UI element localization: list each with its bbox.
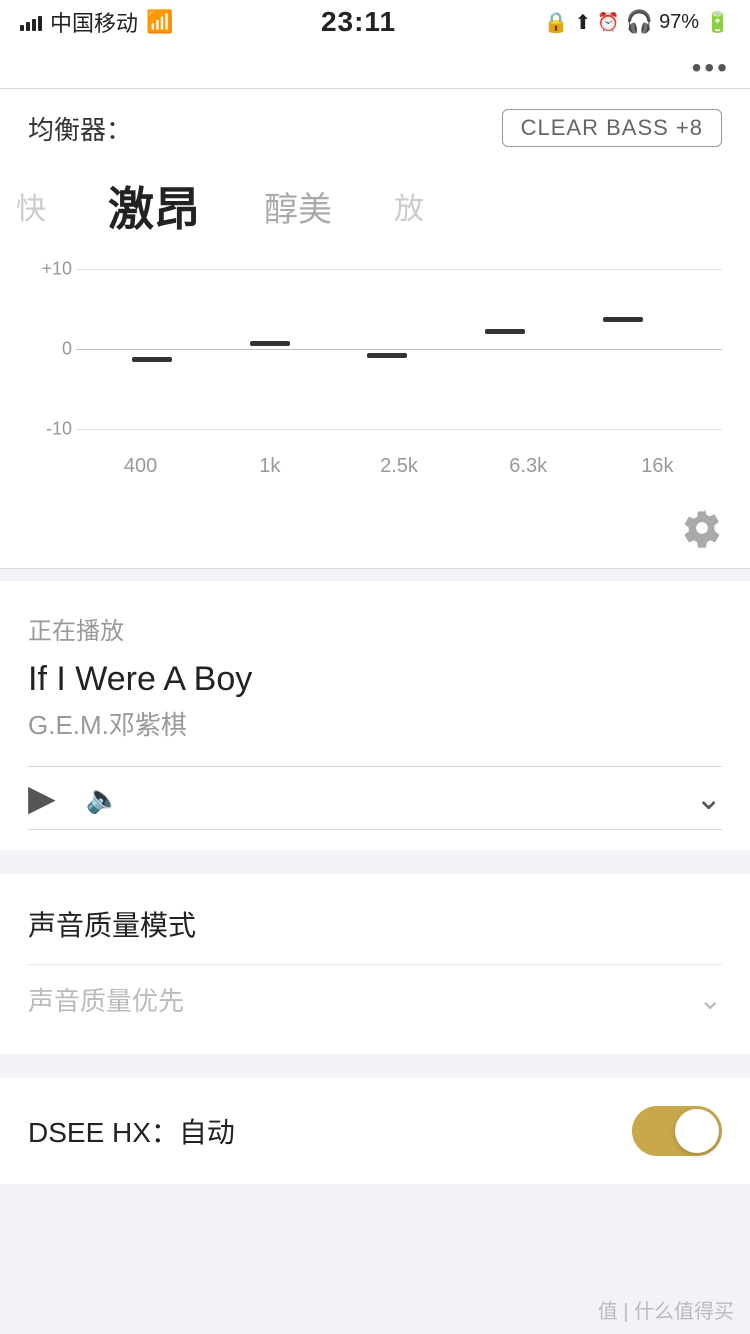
preset-item-激昂[interactable]: 激昂: [76, 173, 232, 239]
freq-label-400: 400: [76, 455, 205, 478]
more-menu-row: •••: [0, 44, 750, 88]
eq-chart-container: +10 0 -10 400 1k 2.5k 6.3k 16k: [0, 249, 750, 498]
eq-badge[interactable]: CLEAR BASS +8: [502, 109, 722, 147]
eq-bar-1k: [250, 341, 290, 346]
alarm-icon: ⏰: [597, 12, 619, 33]
battery-icon: 🔋: [705, 10, 730, 35]
section-gap-2: [0, 850, 750, 862]
toggle-knob: [675, 1109, 719, 1153]
eq-label-zero: 0: [28, 339, 72, 360]
sound-quality-title: 声音质量模式: [28, 904, 722, 944]
eq-label-minus10: -10: [28, 419, 72, 440]
preset-item-快[interactable]: 快: [0, 184, 76, 228]
status-bar: 中国移动 📶 23:11 🔒 ⬆ ⏰ 🎧 97% 🔋: [0, 0, 750, 44]
lock-icon: 🔒: [544, 10, 569, 35]
freq-label-2-5k: 2.5k: [334, 455, 463, 478]
track-name: If I Were A Boy: [28, 660, 722, 699]
signal-icon: [20, 13, 42, 31]
carrier-label: 中国移动: [50, 6, 138, 38]
eq-label-plus10: +10: [28, 259, 72, 280]
section-gap-3: [0, 1054, 750, 1066]
eq-freq-labels: 400 1k 2.5k 6.3k 16k: [28, 449, 722, 478]
eq-chart: +10 0 -10: [28, 249, 722, 449]
wifi-icon: 📶: [146, 9, 173, 35]
equalizer-header-section: 均衡器： CLEAR BASS +8: [0, 89, 750, 173]
eq-gridline-minus10: [76, 429, 722, 430]
preset-item-醇美[interactable]: 醇美: [232, 182, 364, 231]
controls-left: ▶ 🔈: [28, 777, 121, 819]
location-icon: ⬆: [574, 10, 591, 35]
eq-gridline-zero: [76, 349, 722, 350]
more-dots-icon[interactable]: •••: [692, 52, 730, 83]
status-right: 🔒 ⬆ ⏰ 🎧 97% 🔋: [544, 9, 730, 35]
freq-label-6-3k: 6.3k: [464, 455, 593, 478]
eq-bar-6-3k: [485, 329, 525, 334]
now-playing-title: 正在播放: [28, 611, 722, 646]
status-left: 中国移动 📶: [20, 6, 173, 38]
chevron-down-icon[interactable]: ⌄: [695, 779, 722, 817]
sound-quality-chevron-icon[interactable]: ⌄: [699, 983, 722, 1016]
play-button[interactable]: ▶: [28, 777, 56, 819]
eq-header: 均衡器： CLEAR BASS +8: [28, 109, 722, 147]
artist-name: G.E.M.邓紫棋: [28, 705, 722, 742]
volume-button[interactable]: 🔈: [86, 782, 121, 815]
eq-label: 均衡器：: [28, 110, 132, 147]
eq-bar-400: [132, 357, 172, 362]
headphone-icon: 🎧: [626, 9, 653, 35]
watermark: 值 | 什么值得买: [598, 1295, 734, 1324]
freq-label-16k: 16k: [593, 455, 722, 478]
eq-gridline-plus10: [76, 269, 722, 270]
settings-row: [0, 498, 750, 568]
gear-icon[interactable]: [682, 508, 722, 548]
freq-label-1k: 1k: [205, 455, 334, 478]
sound-quality-section: 声音质量模式 声音质量优先 ⌄: [0, 874, 750, 1054]
sound-quality-option-label: 声音质量优先: [28, 981, 184, 1018]
dsee-label: DSEE HX：自动: [28, 1111, 235, 1151]
battery-label: 97%: [659, 11, 699, 34]
now-playing-section: 正在播放 If I Were A Boy G.E.M.邓紫棋 ▶ 🔈 ⌄: [0, 581, 750, 850]
preset-item-放[interactable]: 放: [364, 184, 454, 228]
section-gap-1: [0, 569, 750, 581]
dsee-toggle[interactable]: [632, 1106, 722, 1156]
playback-bottom-divider: [28, 829, 722, 830]
eq-bar-2-5k: [367, 353, 407, 358]
dsee-section: DSEE HX：自动: [0, 1078, 750, 1184]
sound-quality-option[interactable]: 声音质量优先 ⌄: [28, 964, 722, 1034]
time-display: 23:11: [321, 6, 396, 38]
presets-row: 快 激昂 醇美 放: [0, 173, 750, 249]
eq-bar-16k: [603, 317, 643, 322]
playback-controls: ▶ 🔈 ⌄: [28, 767, 722, 829]
